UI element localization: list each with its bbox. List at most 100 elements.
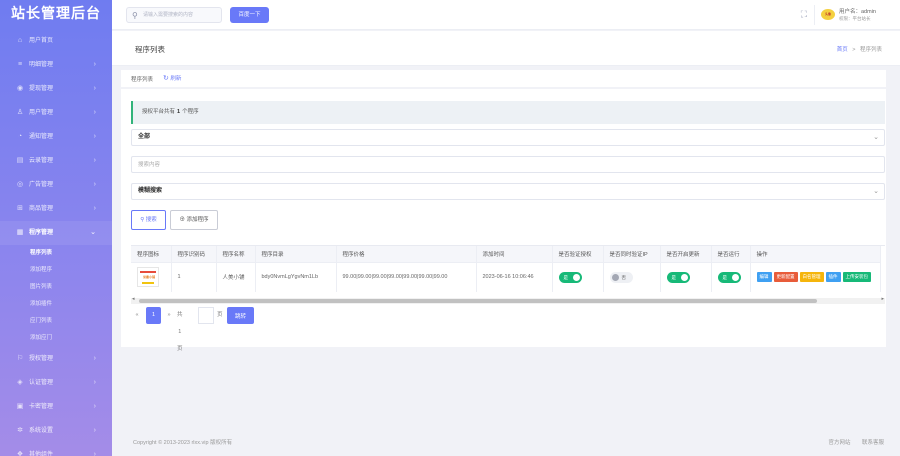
contact-support-link[interactable]: 联系客服 (862, 440, 884, 446)
cell-id: 1 (171, 261, 217, 292)
cell-verify_ip: 否 (603, 261, 661, 292)
breadcrumb-separator: > (852, 47, 856, 53)
scroll-left-icon[interactable]: ◂ (132, 296, 135, 302)
sidebar-subitem-3[interactable]: 添加插件 (0, 296, 112, 313)
sidebar-item-6[interactable]: ◎ 广告管理 › (0, 173, 112, 197)
sidebar-item-7[interactable]: ⊞ 商品管理 › (0, 197, 112, 221)
app-title: 站长管理后台 (11, 5, 101, 21)
chevron-right-icon: › (93, 403, 96, 410)
topbar: ⚲ 百度一下 ⛶ 头像 用户名：admin 权限：平台站长 (112, 0, 900, 30)
page-header: 程序列表 首页 > 程序列表 (112, 31, 900, 66)
table-row: 米惠小铺 1 人美小铺 bdy0NvmLgYgvNm1Lb 99.00|99.00|99… (131, 261, 881, 292)
tab-program-list[interactable]: 程序列表 (131, 75, 153, 83)
page-title: 程序列表 (135, 45, 165, 54)
eye-icon: ◎ (16, 181, 24, 188)
sidebar-item-bottom-4[interactable]: ❖ 其他组件 › (0, 443, 112, 456)
cell-running: 是 (711, 261, 751, 292)
official-site-link[interactable]: 官方网站 (828, 440, 850, 446)
refresh-icon: ↻ (163, 75, 169, 82)
baidu-search-button[interactable]: 百度一下 (230, 7, 269, 23)
sidebar-subitem-0[interactable]: 程序列表 (0, 245, 112, 262)
user-menu[interactable]: 头像 用户名：admin 权限：平台站长 (814, 5, 890, 25)
cell-verify: 是 (552, 261, 604, 292)
sidebar-item-bottom-2[interactable]: ▣ 卡密管理 › (0, 395, 112, 419)
column-header: 程序目录 (255, 246, 337, 262)
home-icon: ⌂ (17, 37, 23, 44)
prev-page-button[interactable]: « (131, 307, 143, 324)
column-header: 程序图标 (131, 246, 172, 262)
user-icon: ♙ (16, 109, 24, 116)
sidebar-item-2[interactable]: ◉ 提现管理 › (0, 77, 112, 101)
refresh-button[interactable]: ↻ 刷新 (163, 74, 181, 82)
sidebar-item-bottom-0[interactable]: ⚐ 授权管理 › (0, 347, 112, 371)
action-button-3[interactable]: 插件 (825, 272, 841, 283)
column-header: 是否同时验证IP (603, 246, 661, 262)
sidebar-item-label: 卡密管理 (29, 404, 54, 410)
sidebar-item-0[interactable]: ⌂ 用户首页 (0, 29, 112, 53)
add-program-button[interactable]: ⊕ 添加程序 (170, 210, 218, 230)
chevron-right-icon: › (93, 181, 96, 188)
sidebar-item-label: 用户首页 (29, 38, 54, 44)
page-jump-input[interactable] (198, 307, 214, 324)
chevron-right-icon: › (93, 61, 96, 68)
search-box: ⚲ (126, 7, 222, 23)
scroll-right-icon[interactable]: ▸ (881, 296, 884, 302)
verify-ip-toggle[interactable]: 否 (609, 271, 633, 283)
sidebar-subitem-5[interactable]: 添加应门 (0, 330, 112, 347)
chevron-right-icon: › (93, 355, 96, 362)
horizontal-scrollbar[interactable]: ◂ ▸ (131, 296, 885, 304)
sidebar-item-3[interactable]: ♙ 用户管理 › (0, 101, 112, 125)
keyword-input[interactable] (132, 157, 884, 172)
app-icon: ▦ (16, 229, 24, 236)
sidebar-item-bottom-3[interactable]: ✲ 系统设置 › (0, 419, 112, 443)
column-header: 是否运行 (711, 246, 751, 262)
sidebar-subitem-1[interactable]: 添加程序 (0, 262, 112, 279)
sidebar-item-1[interactable]: ≡ 明细管理 › (0, 53, 112, 77)
next-page-button[interactable]: » (163, 307, 175, 324)
tab-bar: 程序列表 ↻ 刷新 (121, 70, 886, 87)
sidebar-item-bottom-1[interactable]: ◈ 认证管理 › (0, 371, 112, 395)
chevron-right-icon: › (93, 133, 96, 140)
flag-icon: ⚐ (16, 355, 24, 362)
breadcrumb-current: 程序列表 (859, 47, 882, 53)
user-role: 权限：平台站长 (839, 16, 871, 21)
page-1-button[interactable]: 1 (146, 307, 161, 324)
sidebar-item-label: 提现管理 (29, 86, 54, 92)
search-button[interactable]: ⚲ 搜索 (131, 210, 166, 230)
sidebar-item-label: 商品管理 (29, 206, 54, 212)
chevron-right-icon: › (93, 205, 96, 212)
table-header-row: 程序图标 程序识别码 程序名称 程序目录 程序价格 添加时间 是否验证授权 是否同时验证IP 是… (131, 246, 881, 262)
sidebar-subitem-2[interactable]: 图片列表 (0, 279, 112, 296)
avatar: 头像 (821, 9, 835, 20)
program-count: 1 (177, 109, 181, 115)
global-search-input[interactable] (143, 9, 219, 21)
search-button-label: 搜索 (145, 217, 157, 223)
verify-toggle[interactable]: 是 (558, 271, 582, 283)
chevron-down-icon: ⌄ (90, 229, 96, 236)
action-button-4[interactable]: 上传安装包 (842, 272, 871, 283)
search-mode-value: 模糊搜索 (138, 188, 163, 194)
breadcrumb-home[interactable]: 首页 (837, 47, 848, 53)
sidebar-item-5[interactable]: ▤ 云录管理 › (0, 149, 112, 173)
gear-icon: ✲ (17, 427, 23, 434)
search-mode-select[interactable]: 模糊搜索 ⌄ (131, 183, 885, 200)
action-button-2[interactable]: 白名管理 (799, 272, 824, 283)
sidebar-item-8[interactable]: ▦ 程序管理 ⌄ (0, 221, 112, 245)
shield-icon: ◈ (17, 379, 23, 386)
sidebar-subitem-4[interactable]: 应门列表 (0, 313, 112, 330)
list-icon: ≡ (17, 61, 23, 68)
column-header: 程序名称 (216, 246, 256, 262)
jump-button[interactable]: 跳转 (227, 307, 254, 324)
refresh-label: 刷新 (170, 76, 182, 82)
fullscreen-icon[interactable]: ⛶ (801, 9, 807, 20)
running-toggle[interactable]: 是 (717, 271, 741, 283)
action-button-1[interactable]: 更新配置 (773, 272, 798, 283)
status-select[interactable]: 全部 ⌄ (131, 129, 885, 146)
update-toggle[interactable]: 是 (666, 271, 690, 283)
chevron-down-icon: ⌄ (873, 188, 879, 195)
sidebar-item-4[interactable]: ◔ 通知管理 › (0, 125, 112, 149)
cell-dir: bdy0NvmLgYgvNm1Lb (255, 261, 337, 292)
action-button-0[interactable]: 编辑 (756, 272, 772, 283)
scrollbar-thumb[interactable] (139, 299, 817, 303)
cell-price: 99.00|99.00|99.00|99.00|99.00|99.00|99.0… (336, 261, 477, 292)
